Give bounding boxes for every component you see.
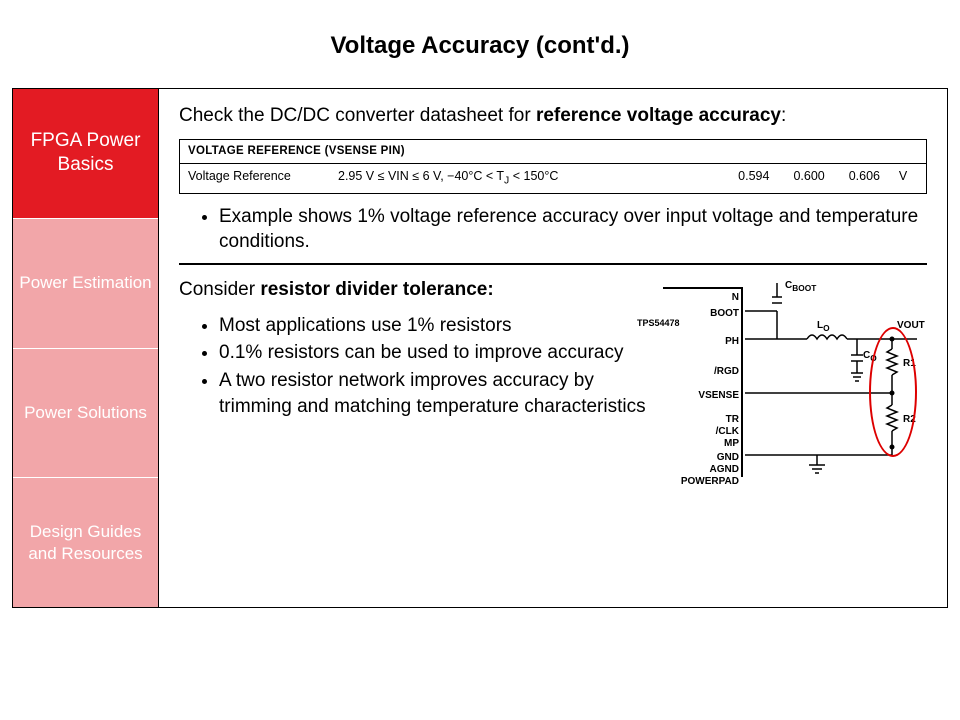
resistor-bullets: Most applications use 1% resistors 0.1% … (179, 313, 657, 420)
datasheet-unit: V (888, 168, 918, 189)
nav-label: Power Solutions (24, 402, 147, 424)
datasheet-row: Voltage Reference 2.95 V ≤ VIN ≤ 6 V, −4… (180, 164, 926, 193)
datasheet-table: VOLTAGE REFERENCE (VSENSE PIN) Voltage R… (179, 139, 927, 194)
nav-label: FPGA Power Basics (17, 129, 154, 178)
highlight-ellipse (869, 327, 917, 457)
heading-bold: resistor divider tolerance: (260, 279, 493, 300)
intro-post: : (781, 105, 786, 126)
nav-label: Design Guides and Resources (17, 521, 154, 565)
intro-bold: reference voltage accuracy (536, 105, 781, 126)
resistor-text-block: Consider resistor divider tolerance: Mos… (179, 277, 657, 487)
val-min: 0.594 (738, 168, 769, 189)
resistor-heading: Consider resistor divider tolerance: (179, 277, 657, 303)
main-content: Check the DC/DC converter datasheet for … (159, 89, 947, 607)
datasheet-header: VOLTAGE REFERENCE (VSENSE PIN) (180, 140, 926, 165)
datasheet-cond: 2.95 V ≤ VIN ≤ 6 V, −40°C < TJ < 150°C (338, 168, 638, 189)
val-max: 0.606 (849, 168, 880, 189)
example-bullets: Example shows 1% voltage reference accur… (179, 204, 927, 255)
resistor-bullet: Most applications use 1% resistors (219, 313, 657, 339)
schematic-diagram: N BOOT TPS54478 PH /RGD VSENSE TR /CLK M… (667, 277, 927, 487)
val-typ: 0.600 (793, 168, 824, 189)
heading-pre: Consider (179, 279, 260, 300)
lower-section: Consider resistor divider tolerance: Mos… (179, 277, 927, 487)
intro-text: Check the DC/DC converter datasheet for … (179, 103, 927, 129)
nav-item-basics[interactable]: FPGA Power Basics (13, 89, 158, 219)
slide-title: Voltage Accuracy (cont'd.) (0, 0, 960, 88)
label-lo: LO (817, 319, 830, 334)
nav-sidebar: FPGA Power Basics Power Estimation Power… (13, 89, 159, 607)
label-cboot: CBOOT (785, 279, 816, 294)
content-frame: FPGA Power Basics Power Estimation Power… (12, 88, 948, 608)
nav-item-guides[interactable]: Design Guides and Resources (13, 478, 158, 607)
example-bullet: Example shows 1% voltage reference accur… (219, 204, 927, 255)
intro-pre: Check the DC/DC converter datasheet for (179, 105, 536, 126)
datasheet-values: 0.594 0.600 0.606 (638, 168, 888, 189)
datasheet-param: Voltage Reference (188, 168, 338, 189)
nav-label: Power Estimation (19, 272, 151, 294)
nav-item-estimation[interactable]: Power Estimation (13, 219, 158, 349)
resistor-bullet: 0.1% resistors can be used to improve ac… (219, 340, 657, 366)
nav-item-solutions[interactable]: Power Solutions (13, 349, 158, 479)
resistor-bullet: A two resistor network improves accuracy… (219, 368, 657, 419)
section-divider (179, 263, 927, 265)
